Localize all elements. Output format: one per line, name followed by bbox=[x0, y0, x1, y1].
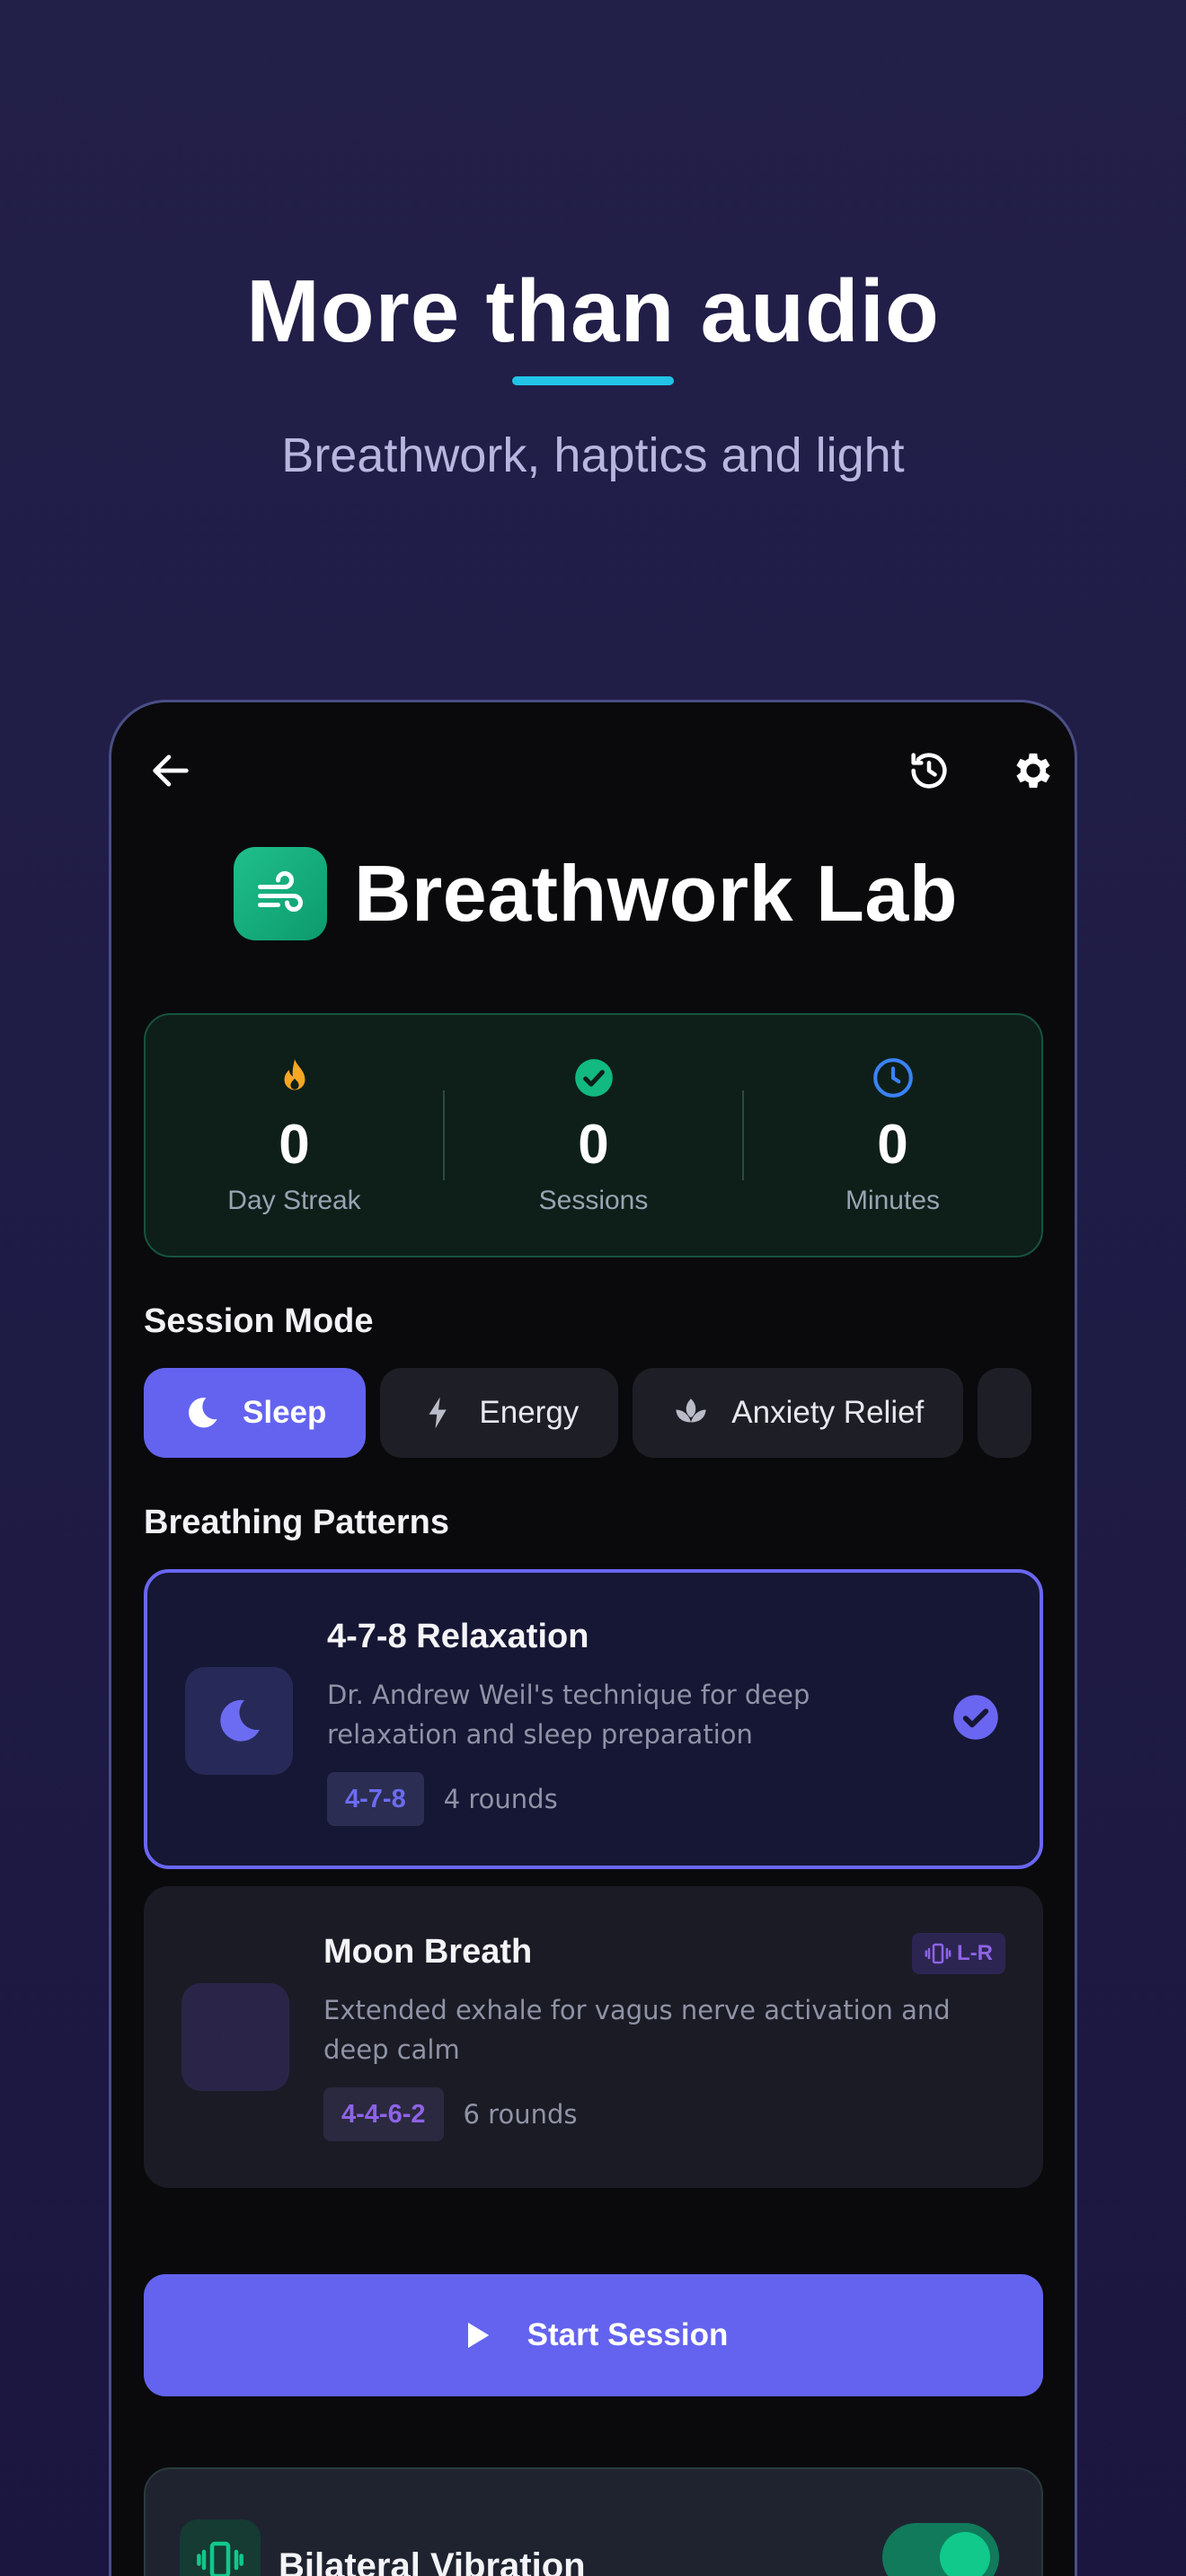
hero-title: More than audio bbox=[246, 261, 940, 360]
wind-icon bbox=[257, 871, 303, 912]
app-logo bbox=[233, 847, 327, 940]
history-button[interactable] bbox=[893, 735, 965, 807]
stat-value: 0 bbox=[279, 1113, 310, 1176]
moon-icon bbox=[220, 1699, 260, 1742]
back-arrow-icon bbox=[153, 754, 189, 787]
mode-anxiety-relief[interactable]: Anxiety Relief bbox=[633, 1368, 964, 1458]
vibration-badge-label: L-R bbox=[957, 1941, 993, 1965]
vibrate-icon bbox=[925, 1943, 951, 1964]
stat-day-streak: 0 Day Streak bbox=[146, 1055, 443, 1216]
back-button[interactable] bbox=[135, 735, 207, 807]
stat-minutes: 0 Minutes bbox=[744, 1055, 1041, 1216]
play-icon bbox=[467, 2322, 489, 2349]
stat-label: Minutes bbox=[845, 1185, 941, 1215]
mode-more[interactable] bbox=[978, 1368, 1032, 1458]
pattern-tag: 4-7-8 bbox=[327, 1772, 424, 1826]
stat-label: Day Streak bbox=[227, 1185, 361, 1215]
mode-energy[interactable]: Energy bbox=[380, 1368, 619, 1458]
breathing-patterns-title: Breathing Patterns bbox=[144, 1504, 449, 1541]
gear-icon bbox=[1016, 753, 1050, 789]
start-session-button[interactable]: Start Session bbox=[144, 2274, 1043, 2396]
pattern-rounds: 6 rounds bbox=[463, 2099, 578, 2130]
hero-underline bbox=[512, 376, 674, 385]
app-title: Breathwork Lab bbox=[353, 849, 959, 938]
pattern-card-moon-breath[interactable]: Moon Breath L-R Extended exhale for vagu… bbox=[144, 1886, 1043, 2188]
stat-sessions: 0 Sessions bbox=[445, 1055, 742, 1216]
toggle-knob bbox=[940, 2532, 990, 2576]
pattern-title: Moon Breath bbox=[323, 1933, 533, 1971]
mode-sleep[interactable]: Sleep bbox=[144, 1368, 367, 1458]
vibrate-icon bbox=[197, 2541, 243, 2576]
pattern-tag: 4-4-6-2 bbox=[323, 2087, 444, 2141]
phone-frame: Breathwork Lab 0 Day Streak 0 Sessions 0… bbox=[109, 700, 1077, 2576]
bilateral-vibration-title: Bilateral Vibration bbox=[279, 2546, 586, 2576]
vibration-icon-box bbox=[180, 2519, 261, 2576]
pattern-description: Dr. Andrew Weil's technique for deep rel… bbox=[327, 1680, 810, 1750]
moon-icon bbox=[189, 1398, 217, 1428]
pattern-description: Extended exhale for vagus nerve activati… bbox=[323, 1995, 951, 2065]
bilateral-vibration-card: Bilateral Vibration bbox=[144, 2467, 1043, 2576]
moon-icon bbox=[223, 2017, 243, 2057]
stat-value: 0 bbox=[877, 1113, 908, 1176]
pattern-card-4-7-8[interactable]: 4-7-8 Relaxation Dr. Andrew Weil's techn… bbox=[144, 1569, 1043, 1869]
mode-label: Energy bbox=[479, 1395, 580, 1430]
pattern-icon-box bbox=[181, 1983, 289, 2091]
mode-label: Sleep bbox=[243, 1395, 327, 1430]
flame-icon bbox=[284, 1058, 305, 1090]
check-circle-icon bbox=[574, 1058, 613, 1097]
settings-button[interactable] bbox=[997, 735, 1069, 807]
pattern-icon-box bbox=[185, 1667, 293, 1775]
pattern-rounds: 4 rounds bbox=[443, 1784, 558, 1814]
clock-icon bbox=[872, 1057, 913, 1098]
lotus-icon bbox=[676, 1398, 706, 1423]
hero-subtitle: Breathwork, haptics and light bbox=[281, 428, 905, 482]
stats-card: 0 Day Streak 0 Sessions 0 Minutes bbox=[144, 1013, 1043, 1257]
history-icon bbox=[911, 753, 947, 789]
check-circle-icon bbox=[953, 1695, 998, 1740]
session-mode-title: Session Mode bbox=[144, 1302, 374, 1340]
start-session-label: Start Session bbox=[527, 2317, 729, 2352]
bolt-icon bbox=[429, 1397, 447, 1429]
mode-selector: Sleep Energy Anxiety Relief bbox=[144, 1368, 1043, 1460]
vibration-badge: L-R bbox=[912, 1933, 1005, 1974]
stat-value: 0 bbox=[578, 1113, 609, 1176]
bilateral-vibration-toggle[interactable] bbox=[882, 2523, 999, 2576]
pattern-title: 4-7-8 Relaxation bbox=[327, 1618, 589, 1655]
pattern-meta: 4-7-8 4 rounds bbox=[327, 1772, 558, 1826]
app-header: Breathwork Lab bbox=[111, 844, 1075, 943]
pattern-meta: 4-4-6-2 6 rounds bbox=[323, 2087, 577, 2141]
stat-label: Sessions bbox=[538, 1185, 649, 1215]
mode-label: Anxiety Relief bbox=[731, 1395, 925, 1430]
